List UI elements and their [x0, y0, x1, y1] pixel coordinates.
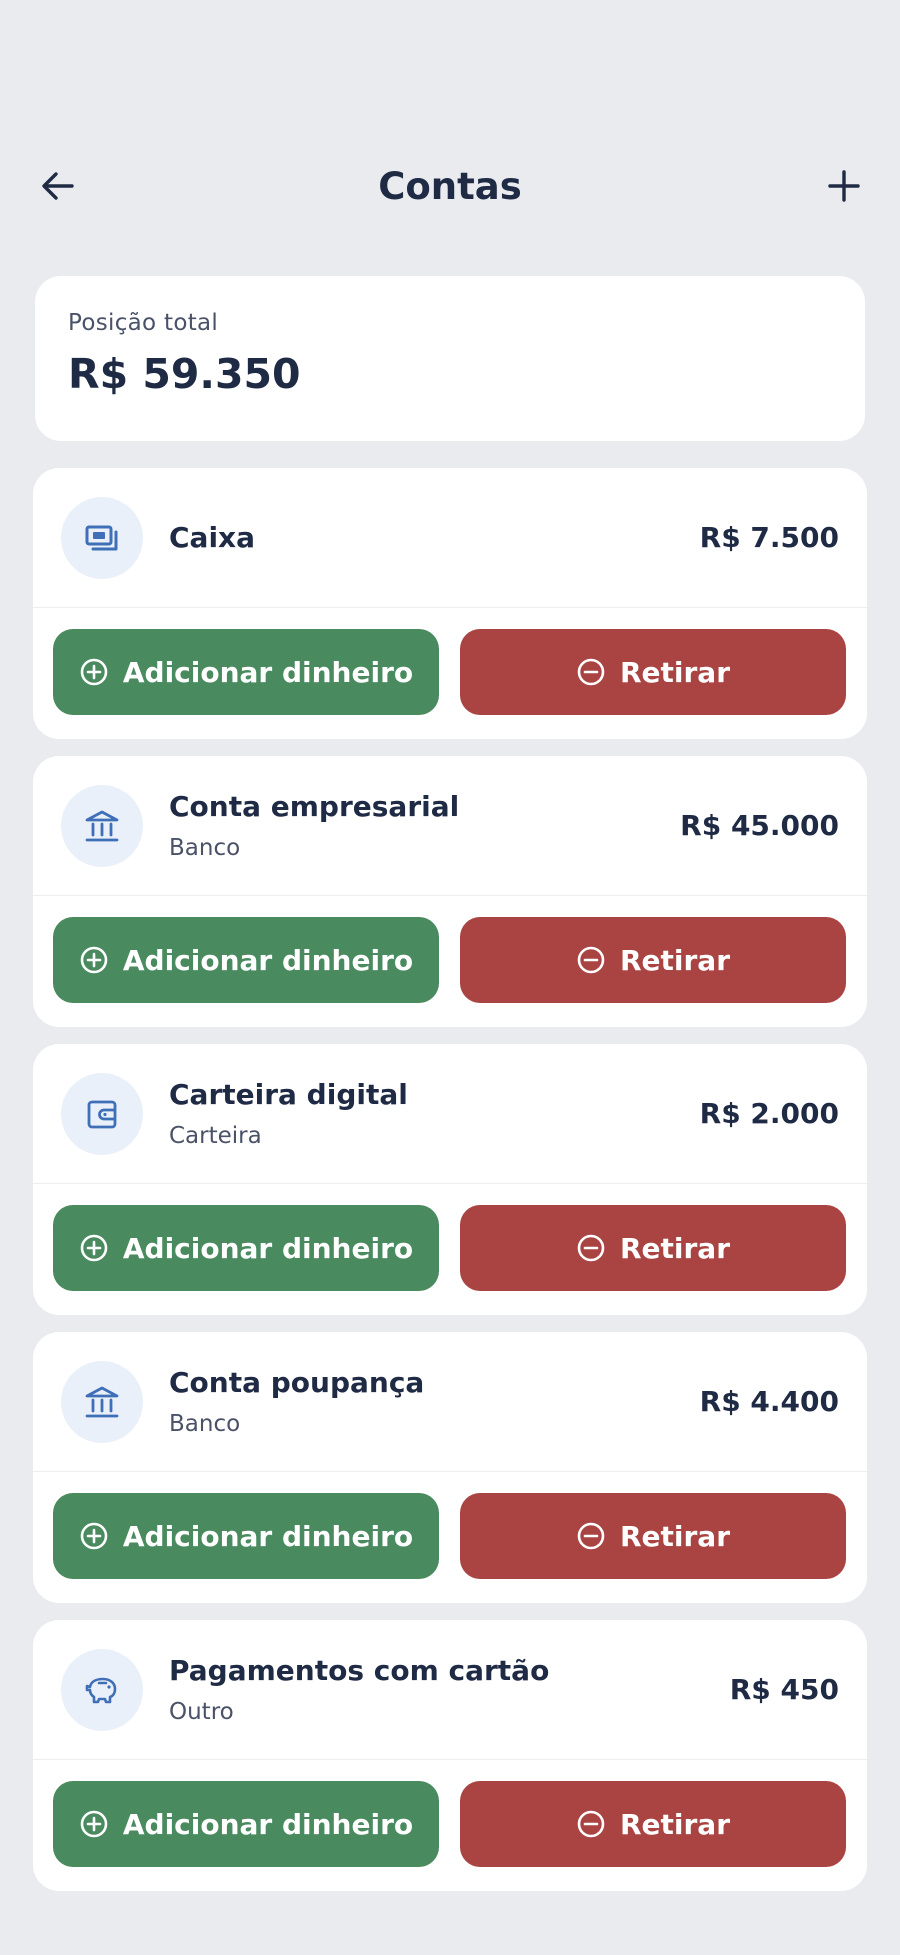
total-position-label: Posição total — [68, 310, 219, 336]
account-actions: Adicionar dinheiro Retirar — [33, 896, 867, 1003]
minus-circle-icon — [577, 1810, 605, 1838]
account-icon-badge — [61, 784, 143, 867]
plus-circle-icon — [80, 1522, 108, 1550]
add-money-label: Adicionar dinheiro — [122, 655, 414, 689]
bank-icon — [85, 810, 119, 841]
withdraw-label: Retirar — [619, 1231, 731, 1265]
plus-circle-icon — [80, 658, 108, 686]
add-money-label: Adicionar dinheiro — [122, 1519, 414, 1553]
add-money-label: Adicionar dinheiro — [122, 1807, 414, 1841]
bank-icon — [85, 1386, 119, 1417]
add-money-button[interactable]: Adicionar dinheiro — [53, 917, 439, 1003]
account-text: Caixa — [169, 521, 700, 554]
account-header[interactable]: Caixa R$ 7.500 — [33, 468, 867, 608]
account-icon-badge — [61, 496, 143, 579]
account-balance: R$ 4.400 — [699, 1385, 839, 1418]
add-money-label: Adicionar dinheiro — [122, 1231, 414, 1265]
account-card: Caixa R$ 7.500 Adicionar dinheiro Retira… — [33, 468, 867, 739]
account-text: Conta poupança Banco — [169, 1366, 700, 1437]
total-position-card: Posição total R$ 59.350 — [35, 276, 865, 441]
account-balance: R$ 45.000 — [680, 809, 839, 842]
add-money-button[interactable]: Adicionar dinheiro — [53, 1205, 439, 1291]
withdraw-button[interactable]: Retirar — [460, 629, 846, 715]
add-money-button[interactable]: Adicionar dinheiro — [53, 629, 439, 715]
account-header[interactable]: Conta poupança Banco R$ 4.400 — [33, 1332, 867, 1472]
account-icon-badge — [61, 1360, 143, 1443]
account-actions: Adicionar dinheiro Retirar — [33, 1472, 867, 1579]
minus-circle-icon — [577, 658, 605, 686]
account-name: Caixa — [169, 521, 255, 554]
plus-icon — [828, 170, 860, 202]
withdraw-label: Retirar — [619, 943, 731, 977]
wallet-icon — [87, 1100, 117, 1128]
plus-circle-icon — [80, 1810, 108, 1838]
withdraw-button[interactable]: Retirar — [460, 917, 846, 1003]
account-type: Banco — [169, 835, 241, 861]
account-name: Carteira digital — [169, 1078, 408, 1111]
account-balance: R$ 450 — [729, 1673, 839, 1706]
plus-circle-icon — [80, 946, 108, 974]
cash-icon — [85, 525, 118, 550]
account-icon-badge — [61, 1648, 143, 1731]
account-text: Carteira digital Carteira — [169, 1078, 700, 1149]
minus-circle-icon — [577, 946, 605, 974]
withdraw-label: Retirar — [619, 1519, 731, 1553]
account-balance: R$ 7.500 — [699, 521, 839, 554]
account-card: Conta empresarial Banco R$ 45.000 Adicio… — [33, 756, 867, 1027]
account-list: Caixa R$ 7.500 Adicionar dinheiro Retira… — [33, 468, 867, 1908]
plus-circle-icon — [80, 1234, 108, 1262]
page-title: Contas — [378, 165, 522, 208]
withdraw-label: Retirar — [619, 1807, 731, 1841]
withdraw-button[interactable]: Retirar — [460, 1781, 846, 1867]
account-type: Outro — [169, 1699, 234, 1725]
account-text: Pagamentos com cartão Outro — [169, 1654, 730, 1725]
app-header: Contas — [0, 150, 900, 220]
account-actions: Adicionar dinheiro Retirar — [33, 1760, 867, 1867]
account-actions: Adicionar dinheiro Retirar — [33, 608, 867, 715]
account-card: Carteira digital Carteira R$ 2.000 Adici… — [33, 1044, 867, 1315]
account-actions: Adicionar dinheiro Retirar — [33, 1184, 867, 1291]
add-money-label: Adicionar dinheiro — [122, 943, 414, 977]
account-card: Pagamentos com cartão Outro R$ 450 Adici… — [33, 1620, 867, 1891]
piggy-bank-icon — [85, 1677, 117, 1703]
account-text: Conta empresarial Banco — [169, 790, 680, 861]
add-money-button[interactable]: Adicionar dinheiro — [53, 1493, 439, 1579]
account-name: Conta poupança — [169, 1366, 425, 1399]
account-type: Carteira — [169, 1123, 262, 1149]
account-header[interactable]: Carteira digital Carteira R$ 2.000 — [33, 1044, 867, 1184]
account-card: Conta poupança Banco R$ 4.400 Adicionar … — [33, 1332, 867, 1603]
account-header[interactable]: Pagamentos com cartão Outro R$ 450 — [33, 1620, 867, 1760]
withdraw-button[interactable]: Retirar — [460, 1493, 846, 1579]
account-type: Banco — [169, 1411, 241, 1437]
minus-circle-icon — [577, 1234, 605, 1262]
total-position-value: R$ 59.350 — [68, 350, 301, 398]
withdraw-label: Retirar — [619, 655, 731, 689]
add-money-button[interactable]: Adicionar dinheiro — [53, 1781, 439, 1867]
minus-circle-icon — [577, 1522, 605, 1550]
account-name: Conta empresarial — [169, 790, 460, 823]
withdraw-button[interactable]: Retirar — [460, 1205, 846, 1291]
account-icon-badge — [61, 1072, 143, 1155]
add-account-button[interactable] — [822, 164, 866, 208]
account-header[interactable]: Conta empresarial Banco R$ 45.000 — [33, 756, 867, 896]
account-name: Pagamentos com cartão — [169, 1654, 550, 1687]
account-balance: R$ 2.000 — [699, 1097, 839, 1130]
